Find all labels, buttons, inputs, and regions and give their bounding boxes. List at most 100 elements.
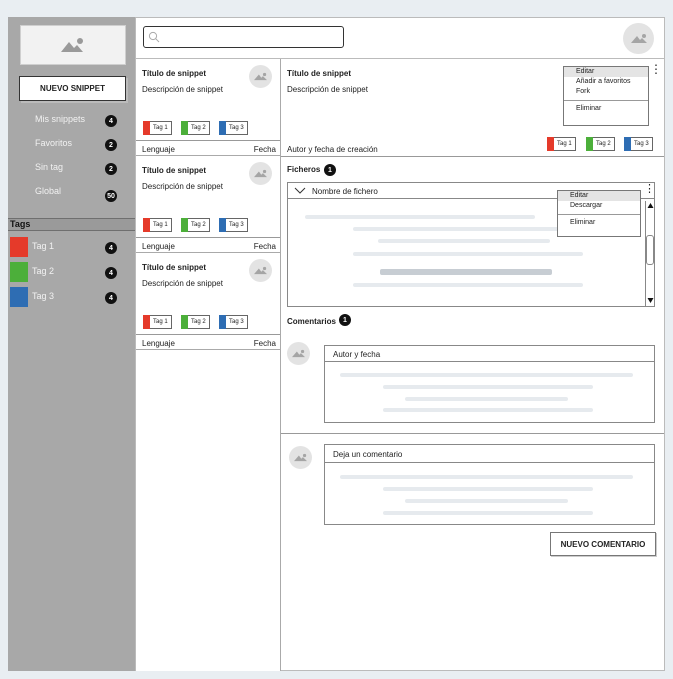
nav-item-sin-tag[interactable]: Sin tag [35,162,63,172]
file-more-options-icon[interactable]: ⋮ [644,184,655,195]
divider [136,140,280,141]
tag-label: Tag 2 [32,266,55,276]
snippet-description: Descripción de snippet [142,182,223,191]
detail-title: Título de snippet [287,69,351,78]
comment-placeholder-line [383,487,593,491]
tag-chip-label: Tag 1 [153,125,168,131]
tag-chip[interactable]: Tag 1 [143,121,172,135]
menu-item-editar[interactable]: Editar [558,191,640,201]
tag-count-badge: 4 [105,292,117,304]
nav-count-badge: 2 [105,139,117,151]
tag-label: Tag 3 [32,291,55,301]
menu-separator [558,214,640,215]
comments-label: Comentarios [287,317,336,326]
comment-avatar [287,342,310,365]
code-placeholder-line [353,283,583,287]
tag-chip[interactable]: Tag 1 [547,137,576,151]
nav-item-global[interactable]: Global [35,186,61,196]
chevron-down-icon[interactable] [294,187,306,195]
snippet-language: Lenguaje [142,145,175,154]
comment-placeholder-line [383,408,593,412]
divider [136,237,280,238]
sidebar-tag-item[interactable]: Tag 1 4 [10,237,132,257]
new-comment-input[interactable]: Deja un comentario [325,445,654,463]
scrollbar-thumb[interactable] [646,235,654,265]
files-label: Ficheros [287,165,321,174]
scrollbar[interactable] [645,201,654,306]
tag-chip[interactable]: Tag 1 [143,218,172,232]
nav-item-mis-snippets[interactable]: Mis snippets [35,114,85,124]
search-input[interactable] [143,26,344,48]
nav-label: Sin tag [35,162,64,172]
code-placeholder-line [305,215,535,219]
comment-placeholder-line [405,499,568,503]
image-placeholder-icon [292,349,305,358]
image-placeholder-icon [254,266,267,275]
snippet-card[interactable]: Título de snippet Descripción de snippet… [136,253,280,350]
divider [136,334,280,335]
menu-item-fork[interactable]: Fork [564,87,648,97]
new-comment-placeholder: Deja un comentario [333,450,403,459]
more-options-icon[interactable]: ⋮ [650,63,662,75]
tag-chip[interactable]: Tag 2 [586,137,615,151]
sidebar: NUEVO SNIPPET Mis snippets 4 Favoritos 2… [8,17,135,671]
snippet-date: Fecha [253,145,276,154]
comments-count-badge: 1 [339,314,351,326]
new-comment-button[interactable]: NUEVO COMENTARIO [550,532,656,556]
nav-item-favoritos[interactable]: Favoritos [35,138,72,148]
comment-placeholder-line [383,385,593,389]
tag-color-swatch [10,287,28,307]
image-placeholder-icon [61,38,83,52]
snippet-date: Fecha [253,242,276,251]
tag-chip[interactable]: Tag 2 [181,315,210,329]
avatar-image-icon [630,34,647,43]
menu-item-descargar[interactable]: Descargar [558,201,640,211]
tag-chip[interactable]: Tag 2 [181,121,210,135]
tag-chip-label: Tag 3 [229,319,244,325]
comment-placeholder-line [405,397,568,401]
comment-card: Autor y fecha [324,345,655,423]
snippet-card[interactable]: Título de snippet Descripción de snippet… [136,59,280,156]
tag-chip[interactable]: Tag 3 [219,315,248,329]
menu-item-eliminar[interactable]: Eliminar [564,104,648,114]
tag-chip[interactable]: Tag 2 [181,218,210,232]
nav-count-badge: 2 [105,163,117,175]
tag-chip[interactable]: Tag 3 [219,218,248,232]
tag-chip[interactable]: Tag 1 [143,315,172,329]
tags-header: Tags [8,218,135,231]
current-user-avatar [289,446,312,469]
image-placeholder-icon [254,72,267,81]
new-comment-editor[interactable]: Deja un comentario [324,444,655,525]
tag-chip-label: Tag 2 [191,125,206,131]
snippet-title: Título de snippet [142,263,206,272]
tag-chip-label: Tag 3 [229,222,244,228]
snippet-date: Fecha [253,339,276,348]
snippet-title: Título de snippet [142,69,206,78]
divider [281,156,664,157]
tag-count-badge: 4 [105,242,117,254]
tag-chip-label: Tag 1 [557,141,572,147]
snippet-avatar [249,259,272,282]
tag-chip[interactable]: Tag 3 [624,137,653,151]
snippet-title: Título de snippet [142,166,206,175]
snippet-list: Título de snippet Descripción de snippet… [136,59,281,671]
new-snippet-button[interactable]: NUEVO SNIPPET [19,76,126,101]
menu-item-favoritos[interactable]: Añadir a favoritos [564,77,648,87]
user-avatar[interactable] [623,23,654,54]
snippet-card[interactable]: Título de snippet Descripción de snippet… [136,156,280,253]
detail-description: Descripción de snippet [287,85,368,94]
top-bar [136,18,664,59]
nav-count-badge: 4 [105,115,117,127]
scroll-down-icon[interactable] [647,297,654,304]
sidebar-tag-item[interactable]: Tag 2 4 [10,262,132,282]
tag-chip-label: Tag 2 [596,141,611,147]
sidebar-tag-item[interactable]: Tag 3 4 [10,287,132,307]
tag-chip-label: Tag 3 [634,141,649,147]
main-panel: Título de snippet Descripción de snippet… [135,17,665,671]
snippet-detail: Título de snippet Descripción de snippet… [281,59,664,671]
menu-item-eliminar[interactable]: Eliminar [558,218,640,228]
tag-chip[interactable]: Tag 3 [219,121,248,135]
scroll-up-icon[interactable] [647,202,654,209]
tag-label: Tag 1 [32,241,55,251]
menu-item-editar[interactable]: Editar [564,67,648,77]
